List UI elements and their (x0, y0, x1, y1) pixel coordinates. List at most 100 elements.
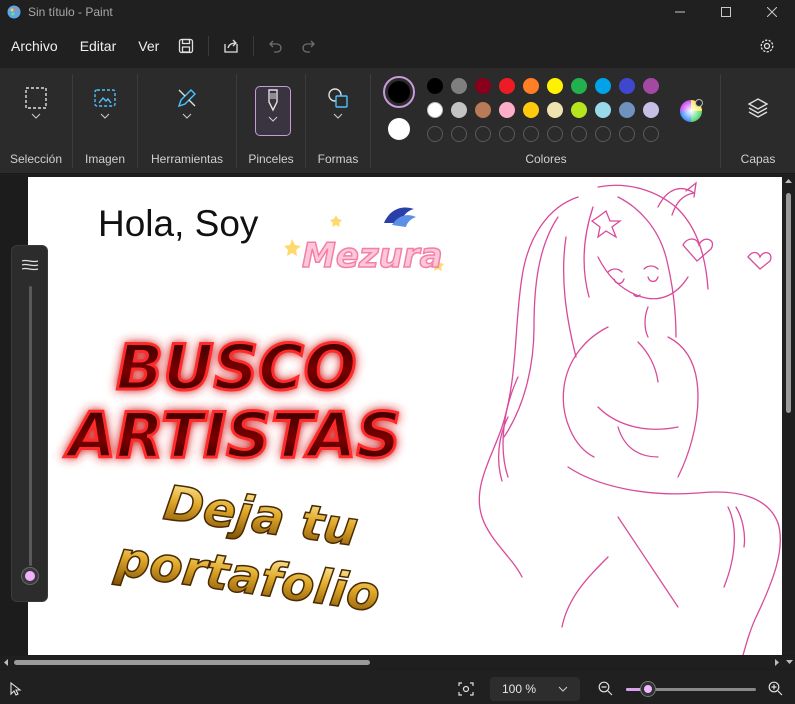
scroll-down-icon (786, 660, 793, 664)
color-swatch[interactable] (619, 102, 635, 118)
color-wheel-icon (680, 99, 703, 122)
color-swatch[interactable] (547, 78, 563, 94)
custom-color-slot[interactable] (619, 126, 635, 142)
menu-view[interactable]: Ver (127, 30, 170, 62)
color-swatch[interactable] (571, 102, 587, 118)
scroll-left-icon (4, 659, 8, 666)
brush-size-knob[interactable] (22, 568, 38, 584)
color-swatch[interactable] (643, 78, 659, 94)
horizontal-scrollbar[interactable] (0, 656, 795, 669)
edit-colors-button[interactable] (679, 99, 703, 123)
brush-size-slider[interactable] (11, 245, 48, 602)
custom-color-slot[interactable] (571, 126, 587, 142)
drawing-canvas[interactable]: Hola, Soy Mezura BUSCO ARTISTAS Deja tu … (28, 177, 782, 655)
menu-bar: Archivo Editar Ver (0, 28, 795, 64)
color-swatch[interactable] (475, 102, 491, 118)
settings-button[interactable] (751, 30, 783, 62)
zoom-slider-knob[interactable] (641, 682, 656, 696)
color-swatch[interactable] (451, 78, 467, 94)
brush-icon (268, 89, 278, 112)
vertical-scrollbar[interactable] (782, 175, 795, 655)
brush-tool[interactable] (255, 86, 291, 136)
zoom-in-icon[interactable] (768, 681, 783, 696)
colors-group: Colores (371, 68, 721, 174)
mezura-logo-text: Mezura (302, 236, 443, 276)
gear-icon (760, 39, 774, 53)
selection-label: Selección (9, 152, 63, 166)
custom-color-slot[interactable] (523, 126, 539, 142)
fit-to-window-icon[interactable] (458, 682, 474, 696)
custom-color-slot[interactable] (499, 126, 515, 142)
chevron-down-icon (182, 113, 192, 119)
character-sketch (478, 181, 781, 655)
color-swatch[interactable] (499, 102, 515, 118)
share-button[interactable] (215, 30, 247, 62)
image-label: Imagen (84, 152, 126, 166)
custom-color-slot[interactable] (547, 126, 563, 142)
chevron-down-icon (31, 113, 41, 119)
shapes-label: Formas (317, 152, 359, 166)
color-swatch[interactable] (475, 78, 491, 94)
zoom-dropdown[interactable]: 100 % (490, 677, 580, 701)
layers-group: Capas (721, 68, 795, 174)
undo-icon (269, 40, 282, 53)
maximize-button[interactable] (703, 0, 749, 24)
menu-edit[interactable]: Editar (69, 30, 128, 62)
vertical-scroll-thumb[interactable] (786, 193, 791, 413)
undo-button[interactable] (260, 30, 292, 62)
rect-select-icon (25, 87, 47, 109)
share-icon (224, 39, 238, 53)
color-swatch[interactable] (499, 78, 515, 94)
scroll-up-icon (785, 179, 792, 183)
tools-group: Herramientas (138, 68, 236, 174)
color-swatch[interactable] (595, 102, 611, 118)
color-swatch[interactable] (619, 78, 635, 94)
minimize-button[interactable] (657, 0, 703, 24)
mezura-logo: Mezura (284, 207, 444, 277)
portfolio-callout: Deja tu portafolio (110, 475, 384, 624)
title-bar: Sin título - Paint (0, 0, 795, 24)
layers-label: Capas (740, 152, 776, 166)
color-swatch[interactable] (523, 78, 539, 94)
secondary-color-swatch[interactable] (388, 118, 410, 140)
color-swatch[interactable] (451, 102, 467, 118)
image-icon (94, 89, 116, 107)
custom-color-slot[interactable] (595, 126, 611, 142)
shapes-icon (328, 88, 348, 108)
tools-button[interactable] (169, 86, 205, 134)
select-tool[interactable] (18, 86, 54, 134)
ribbon: Selección Imagen Herramientas Pinceles F… (0, 68, 795, 174)
zoom-out-icon[interactable] (598, 681, 613, 696)
shapes-tool[interactable] (320, 86, 356, 134)
color-swatch[interactable] (571, 78, 587, 94)
color-swatch[interactable] (595, 78, 611, 94)
color-swatch[interactable] (427, 102, 443, 118)
color-swatch[interactable] (547, 102, 563, 118)
layers-button[interactable] (740, 96, 776, 126)
layers-icon (747, 98, 769, 118)
paint-app-icon (7, 5, 21, 19)
menu-divider (208, 36, 210, 56)
custom-color-slot[interactable] (427, 126, 443, 142)
custom-color-slot[interactable] (451, 126, 467, 142)
primary-color-selector[interactable] (383, 76, 415, 108)
close-button[interactable] (749, 0, 795, 24)
custom-color-slot[interactable] (475, 126, 491, 142)
window-title: Sin título - Paint (28, 5, 113, 19)
maximize-icon (721, 7, 731, 17)
stroke-size-icon (21, 259, 39, 271)
status-bar: 100 % (0, 672, 795, 704)
color-swatch[interactable] (523, 102, 539, 118)
chevron-down-icon (558, 686, 568, 692)
zoom-slider[interactable] (626, 682, 756, 696)
workspace: Hola, Soy Mezura BUSCO ARTISTAS Deja tu … (0, 175, 795, 670)
custom-color-slot[interactable] (643, 126, 659, 142)
selection-group: Selección (0, 68, 72, 174)
color-swatch[interactable] (427, 78, 443, 94)
menu-file[interactable]: Archivo (0, 30, 69, 62)
save-button[interactable] (170, 30, 202, 62)
redo-button[interactable] (292, 30, 324, 62)
image-tool[interactable] (87, 86, 123, 134)
horizontal-scroll-thumb[interactable] (14, 660, 370, 665)
color-swatch[interactable] (643, 102, 659, 118)
